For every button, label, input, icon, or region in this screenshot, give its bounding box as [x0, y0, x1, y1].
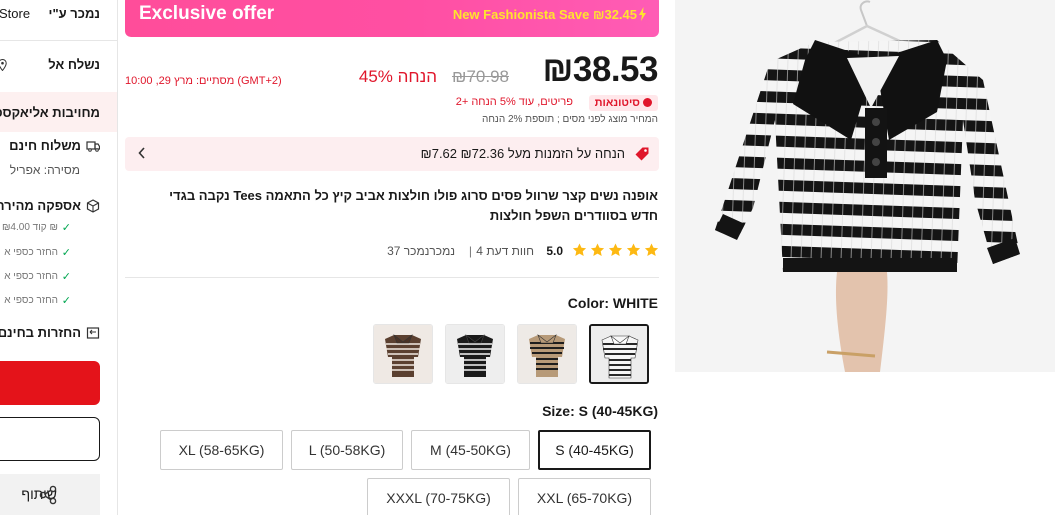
- striped-polo-shirt-image: [675, 0, 1055, 372]
- guarantee-text: החזר כספי א: [4, 295, 58, 306]
- review-count[interactable]: 4 חוות דעת: [476, 244, 534, 258]
- divider: [125, 277, 659, 278]
- guarantee-text: ₪4.00 קוד ₪: [1, 222, 58, 233]
- sold-count: 37 נמכרנמכר: [387, 244, 455, 258]
- color-option-coffee[interactable]: [373, 324, 433, 384]
- sold-by-row[interactable]: Store נמכר ע"י: [0, 6, 117, 26]
- check-icon: ✓: [61, 271, 71, 283]
- offer-save-text: New Fashionista Save ₪32.45: [452, 7, 637, 22]
- khaki-shirt-thumbnail: [518, 325, 576, 383]
- separator: |: [468, 244, 472, 258]
- product-title-line1: אופנה נשים קצר שרוול פסים סרוג פולו חולצ…: [169, 188, 658, 203]
- commitment-title: מחויבות אליאקספרס: [0, 105, 100, 120]
- ship-to-label: נשלח אל: [48, 57, 100, 72]
- delivery-date: מסירה: אפריל: [9, 163, 80, 177]
- store-name[interactable]: Store: [0, 6, 30, 21]
- color-option-black[interactable]: [445, 324, 505, 384]
- ship-to-row[interactable]: נשלח אל: [0, 57, 117, 77]
- share-icon: [39, 485, 57, 505]
- free-shipping-row: משלוח חינם: [0, 138, 117, 156]
- size-option-m[interactable]: M (45-50KG): [411, 430, 530, 470]
- coupon-bar[interactable]: ₪7.62 הנחה על הזמנות מעל ₪72.36: [125, 137, 659, 171]
- size-selected-value: S (40-45KG): [578, 403, 658, 419]
- size-option-xxxl[interactable]: XXXL (70-75KG): [367, 478, 510, 515]
- current-price: ₪38.53: [542, 50, 658, 89]
- guarantee-text: החזר כספי א: [4, 247, 58, 258]
- discount-percent: 45% הנחה: [358, 67, 437, 86]
- color-label: Color: WHITE: [568, 295, 658, 311]
- fast-delivery-row: אספקה מהירה: [0, 198, 117, 216]
- exclusive-offer-banner[interactable]: Exclusive offer New Fashionista Save ₪32…: [125, 0, 659, 37]
- guarantee-text: החזר כספי א: [4, 271, 58, 282]
- fast-delivery-label: אספקה מהירה: [0, 198, 81, 213]
- guarantee-item: ✓ החזר כספי א: [0, 270, 117, 286]
- wholesale-label: סיטונאות: [594, 97, 640, 109]
- product-main-image[interactable]: [675, 0, 1055, 372]
- buy-now-button[interactable]: [0, 361, 100, 405]
- aliexpress-commitment: מחויבות אליאקספרס: [0, 92, 117, 132]
- tax-note: המחיר מוצג לפני מסים ; תוספת 2% הנחה: [482, 114, 658, 125]
- sold-by-label: נמכר ע"י: [48, 6, 100, 21]
- check-icon: ✓: [61, 247, 71, 259]
- size-label: Size: S (40-45KG): [542, 403, 658, 419]
- rating-score: 5.0: [546, 244, 563, 258]
- divider: [0, 40, 117, 41]
- sale-end-time: מסתיים: מרץ 29, 10:00 (GMT+2): [125, 75, 282, 87]
- color-option-white[interactable]: [589, 324, 649, 384]
- size-option-xl[interactable]: XL (58-65KG): [160, 430, 283, 470]
- guarantee-item: ✓ החזר כספי א: [0, 246, 117, 262]
- tag-icon: [643, 98, 652, 107]
- black-shirt-thumbnail: [446, 325, 504, 383]
- lightning-icon: [639, 7, 646, 21]
- white-shirt-thumbnail: [591, 326, 647, 382]
- check-icon: ✓: [61, 295, 71, 307]
- truck-icon: [86, 141, 100, 152]
- free-shipping-label: משלוח חינם: [9, 138, 81, 153]
- coupon-text: ₪7.62 הנחה על הזמנות מעל ₪72.36: [420, 146, 625, 161]
- color-selected-value: WHITE: [612, 295, 658, 311]
- offer-title: Exclusive offer: [139, 3, 275, 24]
- size-option-s[interactable]: S (40-45KG): [538, 430, 651, 470]
- add-to-cart-button[interactable]: [0, 417, 100, 461]
- chevron-left-icon: [138, 147, 145, 159]
- store-sidebar: Store נמכר ע"י נשלח אל מחויבות אליאקספרס…: [0, 0, 118, 515]
- rating-row[interactable]: 5.0 4 חוות דעת | 37 נמכרנמכר: [125, 243, 659, 259]
- coupon-tag-icon: [635, 147, 649, 161]
- free-returns-label: החזרות בחינם: [0, 325, 81, 340]
- star-rating-icon: [572, 243, 659, 256]
- guarantee-item: ✓ החזר כספי א: [0, 294, 117, 310]
- delivery-row: מסירה: אפריל: [0, 163, 117, 181]
- color-label-key: Color:: [567, 295, 609, 311]
- return-box-icon: [86, 327, 100, 339]
- size-option-l[interactable]: L (50-58KG): [291, 430, 403, 470]
- original-price: ₪70.98: [452, 67, 509, 86]
- check-icon: ✓: [61, 222, 71, 234]
- coffee-shirt-thumbnail: [374, 325, 432, 383]
- free-returns-row: החזרות בחינם: [0, 325, 117, 343]
- wholesale-badge: סיטונאות: [588, 95, 658, 111]
- wholesale-text: 2+ פריטים, עוד 5% הנחה: [455, 96, 573, 108]
- guarantee-item: ✓ ₪4.00 קוד ₪: [0, 221, 117, 237]
- box-icon: [86, 199, 100, 213]
- size-label-key: Size:: [542, 403, 575, 419]
- size-option-xxl[interactable]: XXL (65-70KG): [518, 478, 651, 515]
- product-title-line2: חדש בסוודרים השפל חולצות: [489, 208, 658, 223]
- color-option-khaki[interactable]: [517, 324, 577, 384]
- location-pin-icon: [0, 59, 7, 71]
